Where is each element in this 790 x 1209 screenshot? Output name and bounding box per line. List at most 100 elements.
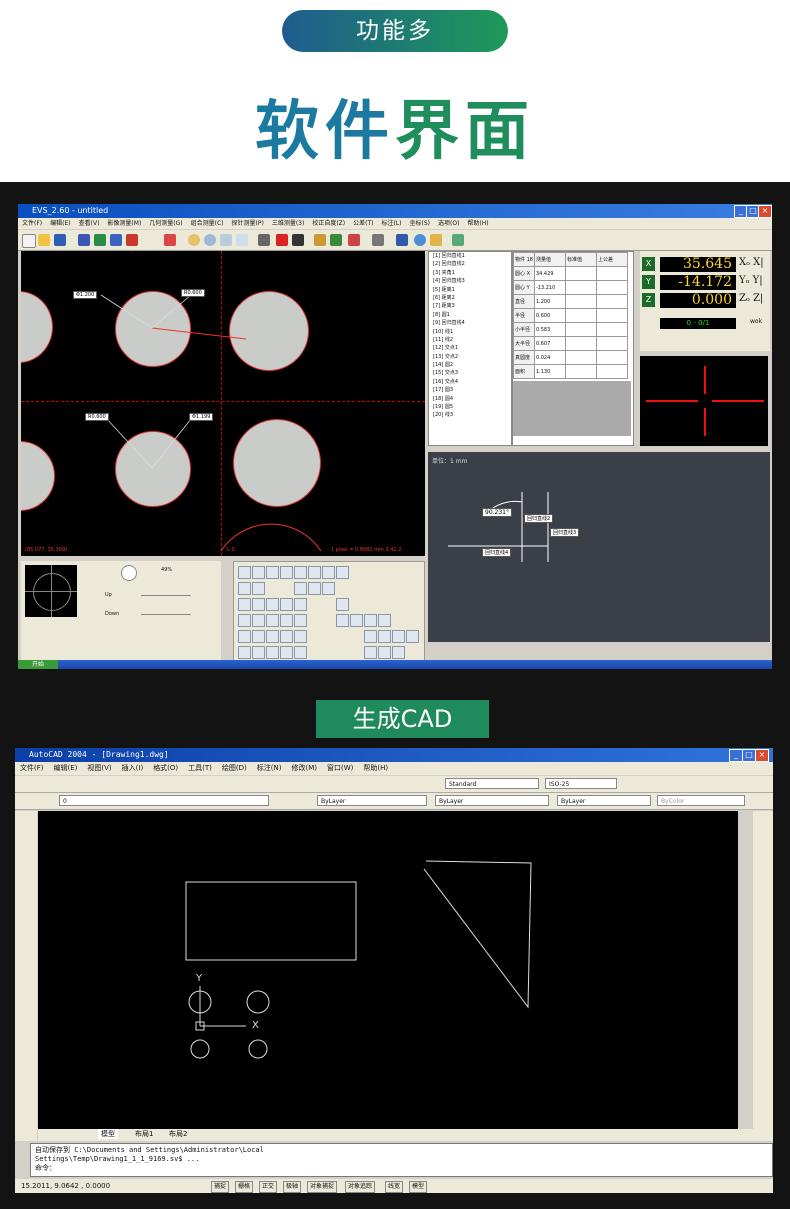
grid-cell[interactable] bbox=[595, 308, 628, 323]
menu-item[interactable]: 插入(I) bbox=[122, 762, 144, 775]
rect-tool-icon[interactable] bbox=[308, 566, 321, 579]
list-item[interactable]: [12] 交点1 bbox=[429, 344, 511, 352]
maximize-button[interactable]: □ bbox=[742, 749, 756, 762]
menu-item[interactable]: 修改(M) bbox=[291, 762, 317, 775]
lineweight-toggle[interactable]: 线宽 bbox=[385, 1181, 404, 1193]
list-item[interactable]: [9] 回归直线4 bbox=[429, 319, 511, 327]
list-item[interactable]: [16] 交点4 bbox=[429, 378, 511, 386]
point-tool-icon[interactable] bbox=[238, 566, 251, 579]
drawing-panel[interactable]: 单位：1 mm 90.231° 回归直线2 回归直线3 回归直线4 bbox=[428, 452, 770, 642]
grid-cell[interactable] bbox=[564, 266, 597, 281]
list-item[interactable]: [5] 距离1 bbox=[429, 286, 511, 294]
layer-icon[interactable] bbox=[396, 234, 408, 246]
up-slider[interactable] bbox=[141, 595, 191, 596]
report-icon[interactable] bbox=[94, 234, 106, 246]
fit-icon[interactable] bbox=[236, 234, 248, 246]
grid-cell[interactable] bbox=[595, 266, 628, 281]
menu-item[interactable]: 帮助(H) bbox=[363, 762, 388, 775]
down-slider[interactable] bbox=[141, 614, 191, 615]
zoom-icon[interactable] bbox=[204, 234, 216, 246]
menu-item[interactable]: 公差(T) bbox=[353, 218, 373, 229]
menu-item[interactable]: 标注(N) bbox=[257, 762, 282, 775]
zoom-window-icon[interactable] bbox=[220, 234, 232, 246]
tool-icon[interactable] bbox=[238, 630, 251, 643]
menu-item[interactable]: 视图(V) bbox=[87, 762, 111, 775]
text-style-select[interactable]: Standard bbox=[445, 778, 539, 789]
tool-icon[interactable] bbox=[266, 614, 279, 627]
camera-icon[interactable] bbox=[452, 234, 464, 246]
slot-tool-icon[interactable] bbox=[322, 566, 335, 579]
list-item[interactable]: [2] 回归直线2 bbox=[429, 260, 511, 268]
tool-icon[interactable] bbox=[252, 598, 265, 611]
grid-cell[interactable]: 1.200 bbox=[533, 294, 566, 309]
x-zero-buttons[interactable]: Xₒ X| bbox=[739, 257, 764, 268]
tool-icon[interactable] bbox=[252, 614, 265, 627]
list-item[interactable]: [19] 圆5 bbox=[429, 403, 511, 411]
menu-item[interactable]: 帮助(H) bbox=[467, 218, 488, 229]
mode-label[interactable]: wok bbox=[750, 318, 762, 325]
menu-item[interactable]: 文件(F) bbox=[22, 218, 42, 229]
open-folder-icon[interactable] bbox=[38, 234, 50, 246]
ortho-toggle[interactable]: 正交 bbox=[259, 1181, 278, 1193]
grid-cell[interactable] bbox=[595, 322, 628, 337]
menu-item[interactable]: 校正自度(Z) bbox=[312, 218, 345, 229]
ellipse-tool-icon[interactable] bbox=[294, 566, 307, 579]
line-tool-icon[interactable] bbox=[252, 566, 265, 579]
tool-icon[interactable] bbox=[364, 630, 377, 643]
tool-icon[interactable] bbox=[336, 598, 349, 611]
grid-cell[interactable]: 34.429 bbox=[533, 266, 566, 281]
menu-item[interactable]: 绘图(D) bbox=[222, 762, 247, 775]
list-item[interactable]: [6] 距离2 bbox=[429, 294, 511, 302]
grid-cell[interactable] bbox=[564, 322, 597, 337]
tool-icon[interactable] bbox=[322, 582, 335, 595]
light-knob-icon[interactable] bbox=[121, 565, 137, 581]
tool-icon[interactable] bbox=[252, 582, 265, 595]
command-prompt[interactable]: 命令： bbox=[35, 1164, 768, 1173]
new-file-icon[interactable] bbox=[22, 234, 36, 248]
tool-icon[interactable] bbox=[378, 646, 391, 659]
otrack-toggle[interactable]: 对象追踪 bbox=[345, 1181, 376, 1193]
grid-icon[interactable] bbox=[164, 234, 176, 246]
tool-icon[interactable] bbox=[294, 646, 307, 659]
tool-icon[interactable] bbox=[280, 646, 293, 659]
grid-cell[interactable] bbox=[564, 350, 597, 365]
xy-tool-icon[interactable] bbox=[336, 566, 349, 579]
list-item[interactable]: [18] 圆4 bbox=[429, 395, 511, 403]
list-item[interactable]: [8] 圆1 bbox=[429, 311, 511, 319]
close-button[interactable]: × bbox=[758, 205, 772, 218]
list-item[interactable]: [1] 回归直线1 bbox=[429, 252, 511, 260]
grid-cell[interactable] bbox=[595, 364, 628, 379]
cursor-icon[interactable] bbox=[258, 234, 270, 246]
tool-icon[interactable] bbox=[252, 646, 265, 659]
grid-cell[interactable] bbox=[564, 336, 597, 351]
linetype-select[interactable]: ByLayer bbox=[435, 795, 549, 806]
tool-icon[interactable] bbox=[238, 614, 251, 627]
polar-toggle[interactable]: 极轴 bbox=[283, 1181, 302, 1193]
osnap-toggle[interactable]: 对象捕捉 bbox=[307, 1181, 338, 1193]
tool-icon[interactable] bbox=[238, 646, 251, 659]
light-icon[interactable] bbox=[430, 234, 442, 246]
menu-item[interactable]: 窗口(W) bbox=[327, 762, 353, 775]
hand-icon[interactable] bbox=[188, 234, 200, 246]
tool-icon[interactable] bbox=[280, 614, 293, 627]
menu-item[interactable]: 文件(F) bbox=[20, 762, 44, 775]
list-item[interactable]: [17] 圆3 bbox=[429, 386, 511, 394]
menu-item[interactable]: 几何测量(G) bbox=[149, 218, 182, 229]
menu-item[interactable]: 影像测量(M) bbox=[107, 218, 141, 229]
menu-item[interactable]: 标注(L) bbox=[381, 218, 401, 229]
image-icon[interactable] bbox=[126, 234, 138, 246]
menu-item[interactable]: 坐标(S) bbox=[410, 218, 431, 229]
dim-style-select[interactable]: ISO-25 bbox=[545, 778, 617, 789]
list-item[interactable]: [15] 交点3 bbox=[429, 369, 511, 377]
grid-cell[interactable]: 0.600 bbox=[533, 308, 566, 323]
tool-icon[interactable] bbox=[364, 646, 377, 659]
close-button[interactable]: × bbox=[755, 749, 769, 762]
delete-icon[interactable] bbox=[276, 234, 288, 246]
arc-tool-icon[interactable] bbox=[280, 566, 293, 579]
save-icon[interactable] bbox=[54, 234, 66, 246]
tool-icon[interactable] bbox=[266, 630, 279, 643]
grid-cell[interactable]: 0.583 bbox=[533, 322, 566, 337]
tab-layout2[interactable]: 布局2 bbox=[166, 1129, 190, 1139]
list-item[interactable]: [14] 圆2 bbox=[429, 361, 511, 369]
grid-cell[interactable] bbox=[595, 280, 628, 295]
